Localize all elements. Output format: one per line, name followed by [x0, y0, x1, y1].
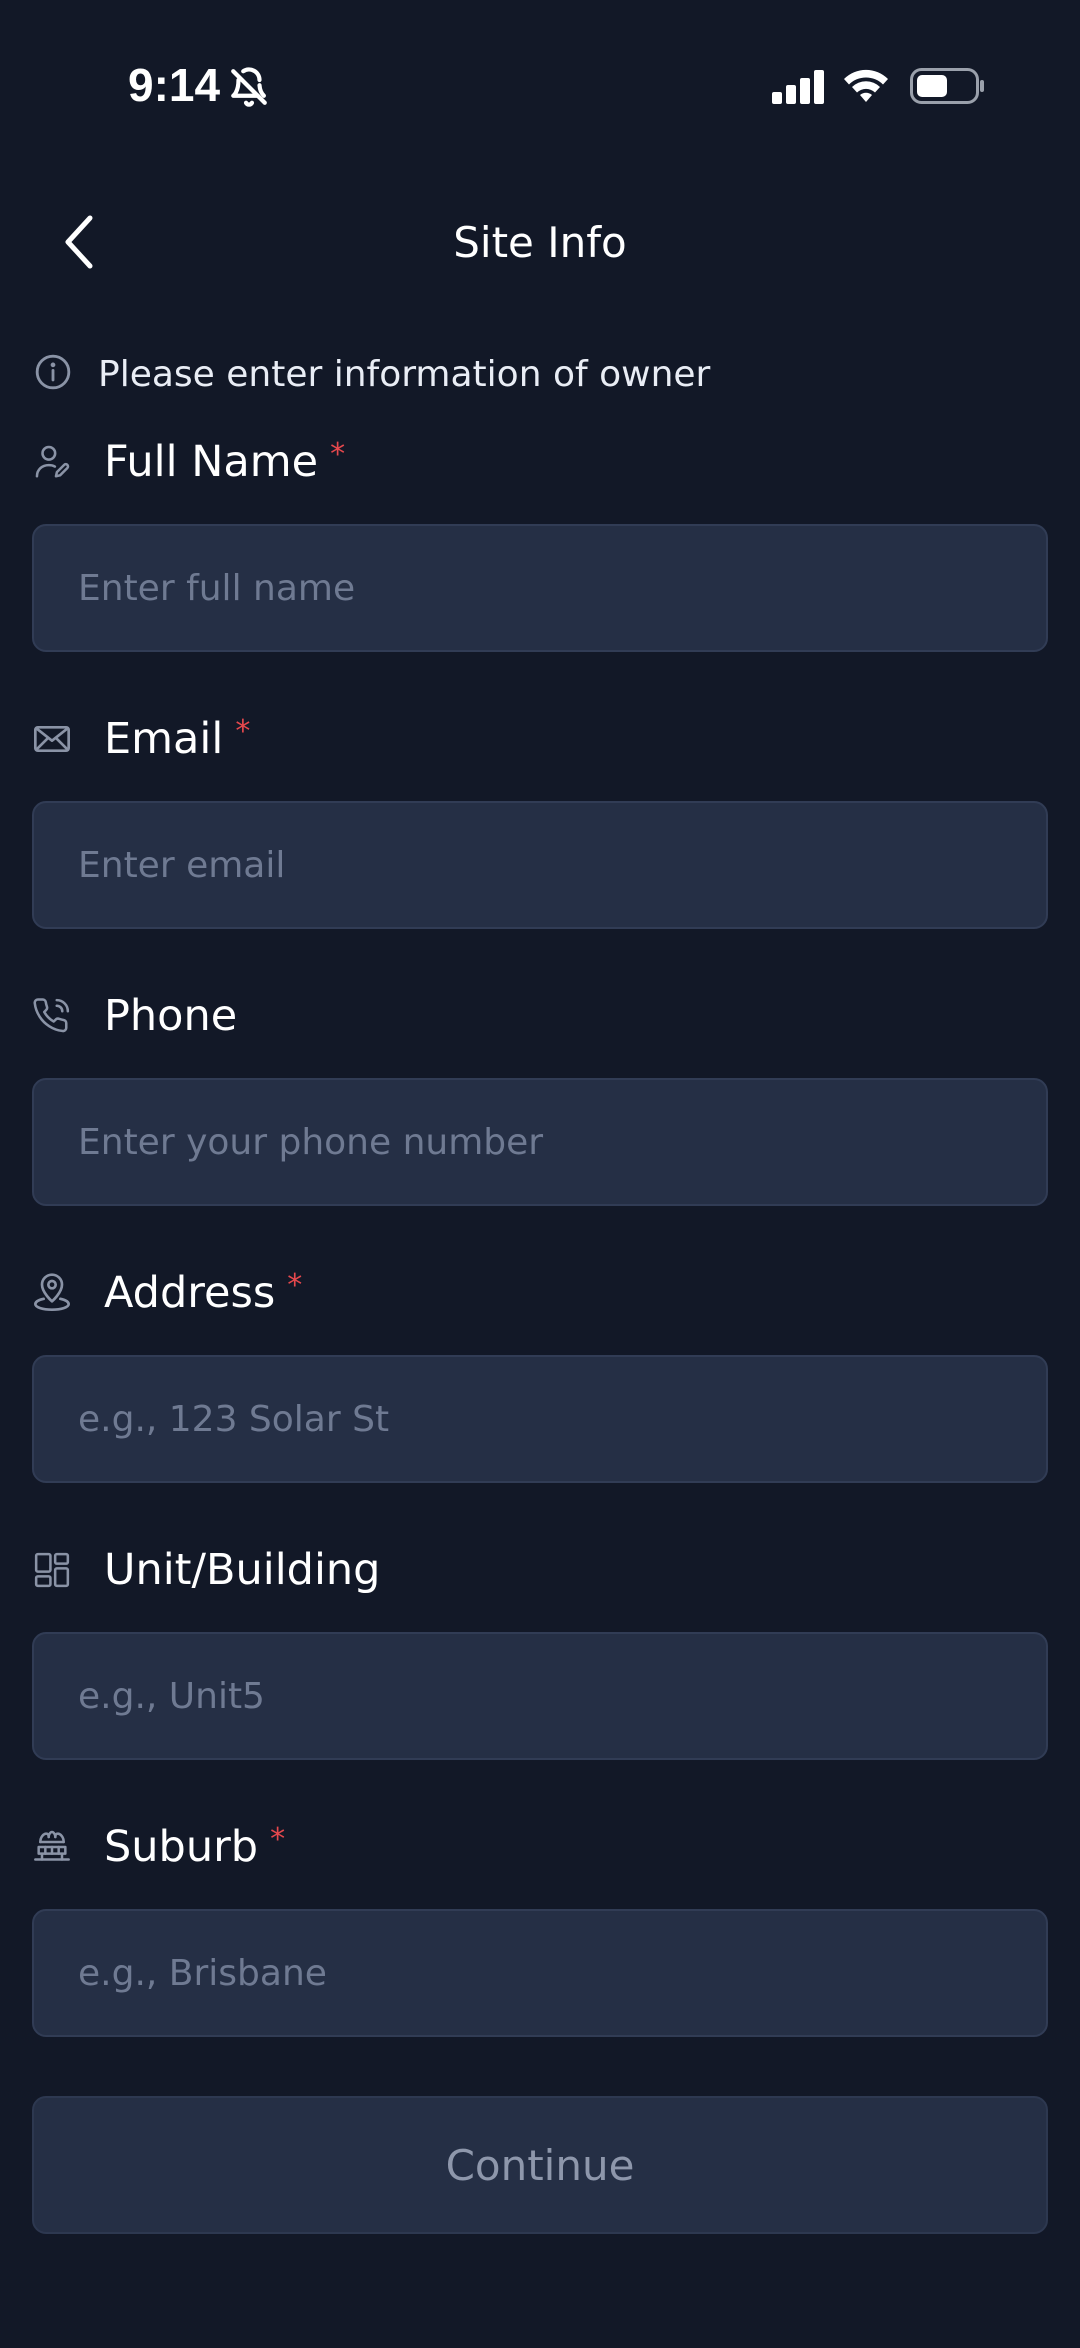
- required-marker: *: [270, 1821, 286, 1857]
- email-label: Email: [104, 714, 224, 764]
- unit-building-label: Unit/Building: [104, 1545, 381, 1595]
- info-circle-icon: [34, 353, 72, 395]
- status-time: 9:14: [128, 59, 221, 111]
- unit-building-field: Unit/Building: [32, 1540, 1048, 1760]
- battery-icon: [910, 68, 986, 108]
- page-title: Site Info: [453, 218, 627, 267]
- email-input[interactable]: [32, 801, 1048, 929]
- suburb-field: Suburb *: [32, 1817, 1048, 2037]
- unit-building-input[interactable]: [32, 1632, 1048, 1760]
- mail-icon: [32, 719, 72, 759]
- phone-label: Phone: [104, 991, 238, 1041]
- address-input[interactable]: [32, 1355, 1048, 1483]
- cellular-signal-icon: [772, 70, 826, 108]
- email-field: Email *: [32, 709, 1048, 929]
- address-field: Address *: [32, 1263, 1048, 1483]
- grid-building-icon: [32, 1550, 72, 1590]
- location-pin-icon: [32, 1273, 72, 1313]
- info-text: Please enter information of owner: [98, 353, 711, 395]
- address-label: Address: [104, 1268, 276, 1318]
- phone-field: Phone: [32, 986, 1048, 1206]
- wifi-icon: [842, 66, 890, 108]
- nav-bar: Site Info: [0, 190, 1080, 300]
- full-name-label: Full Name: [104, 437, 319, 487]
- status-bar: 9:14: [0, 0, 1080, 140]
- full-name-input[interactable]: [32, 524, 1048, 652]
- suburb-input[interactable]: [32, 1909, 1048, 2037]
- phone-input[interactable]: [32, 1078, 1048, 1206]
- user-edit-icon: [32, 442, 72, 482]
- phone-icon: [32, 996, 72, 1036]
- info-message: Please enter information of owner: [34, 350, 710, 398]
- required-marker: *: [235, 713, 251, 749]
- full-name-field: Full Name *: [32, 432, 1048, 652]
- required-marker: *: [287, 1267, 303, 1303]
- suburb-icon: [32, 1827, 72, 1867]
- continue-button[interactable]: Continue: [32, 2096, 1048, 2234]
- required-marker: *: [330, 436, 346, 472]
- bell-slash-icon: [228, 66, 270, 112]
- suburb-label: Suburb: [104, 1822, 259, 1872]
